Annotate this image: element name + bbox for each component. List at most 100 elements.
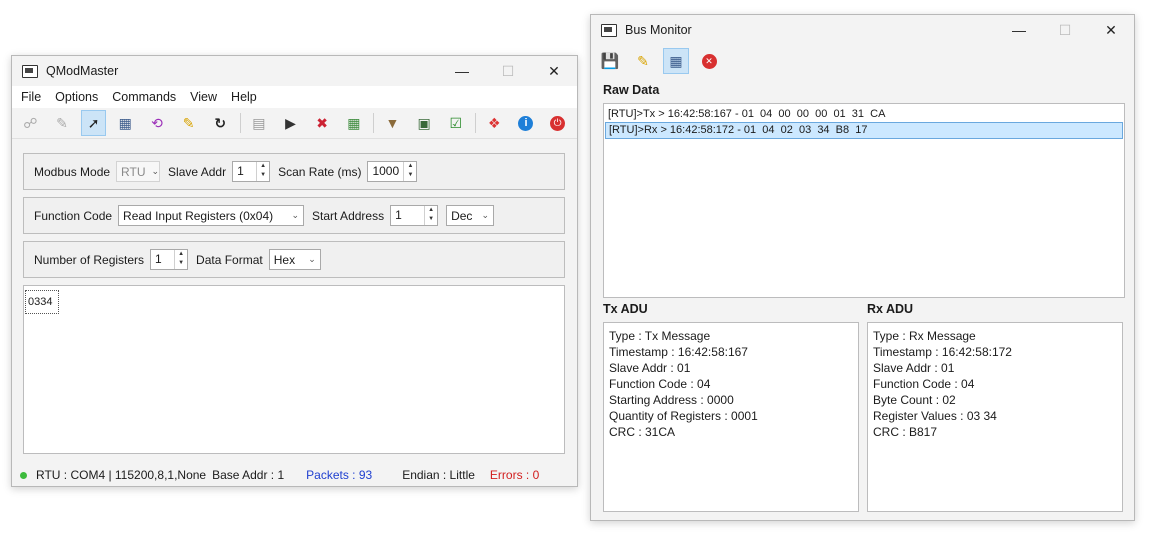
rx-function-code: Function Code : 04 xyxy=(873,377,975,391)
status-bar: RTU : COM4 | 115200,8,1,None Base Addr :… xyxy=(12,464,577,486)
slave-addr-spinbox[interactable]: 1 ▲ ▼ xyxy=(232,161,271,182)
menu-bar: File Options Commands View Help xyxy=(12,86,577,108)
scan-rate-label: Scan Rate (ms) xyxy=(278,164,362,179)
tx-adu-panel: Type : Tx Message Timestamp : 16:42:58:1… xyxy=(603,322,859,512)
tx-function-code: Function Code : 04 xyxy=(609,377,711,391)
status-led-icon xyxy=(20,471,27,479)
info-icon[interactable]: i xyxy=(514,110,539,136)
bus-monitor-titlebar[interactable]: Bus Monitor — ☐ ✕ xyxy=(591,15,1134,45)
menu-commands[interactable]: Commands xyxy=(105,86,183,108)
bus-monitor-toolbar: 💾 ✎ ▦ ✕ xyxy=(591,45,1134,77)
data-format-label: Data Format xyxy=(196,252,263,267)
clear-icon[interactable]: ✎ xyxy=(176,110,201,136)
base-addr-status: Base Addr : 1 xyxy=(212,468,285,482)
tx-type: Type : Tx Message xyxy=(609,329,711,343)
menu-help[interactable]: Help xyxy=(224,86,264,108)
data-format-value: Hex xyxy=(273,252,296,267)
exit-icon[interactable]: ⏻ xyxy=(545,110,570,136)
scan-rate-value: 1000 xyxy=(372,164,400,178)
toolbar-separator xyxy=(373,113,375,133)
maximize-button[interactable]: ☐ xyxy=(485,56,531,86)
connect-icon[interactable]: ➚ xyxy=(81,110,106,136)
main-toolbar: ☍ ✎ ➚ ▦ ⟲ ✎ ↻ ▤ ▶ ✖ ▦ ▼ ▣ ☑ ❖ i ⏻ xyxy=(12,108,577,139)
address-format-select[interactable]: Dec ⌄ xyxy=(446,205,495,226)
num-registers-label: Number of Registers xyxy=(34,252,145,267)
help-ring-icon[interactable]: ❖ xyxy=(482,110,507,136)
refresh-icon[interactable]: ↻ xyxy=(208,110,233,136)
menu-view[interactable]: View xyxy=(183,86,224,108)
tools-icon[interactable]: ✖ xyxy=(310,110,335,136)
errors-status: Errors : 0 xyxy=(489,468,540,482)
capture-icon[interactable]: ▦ xyxy=(663,48,689,74)
export-icon[interactable]: ✎ xyxy=(50,110,75,136)
function-code-select[interactable]: Read Input Registers (0x04) ⌄ xyxy=(118,205,305,226)
raw-data-row-tx[interactable]: [RTU]>Tx > 16:42:58:167 - 01 04 00 00 00… xyxy=(605,107,1123,122)
spin-arrows-icon[interactable]: ▲ ▼ xyxy=(256,162,269,181)
register-settings-group: Number of Registers 1 ▲ ▼ Data Format Hex… xyxy=(23,241,565,278)
toolbar-separator xyxy=(475,113,476,133)
bus-monitor-icon[interactable]: ▦ xyxy=(113,110,138,136)
close-button[interactable]: ✕ xyxy=(1088,15,1134,45)
chevron-down-icon: ⌄ xyxy=(291,210,300,220)
chevron-down-icon: ⌄ xyxy=(308,254,316,264)
start-address-value: 1 xyxy=(395,208,402,222)
network-icon[interactable]: ▣ xyxy=(412,110,437,136)
minimize-button[interactable]: — xyxy=(439,56,485,86)
register-values-view[interactable]: 0334 xyxy=(23,285,565,454)
spin-arrows-icon[interactable]: ▲ ▼ xyxy=(174,250,187,269)
close-button[interactable]: ✕ xyxy=(531,56,577,86)
toolbar-separator xyxy=(239,113,241,133)
register-cell[interactable]: 0334 xyxy=(25,290,59,314)
rx-register-values: Register Values : 03 34 xyxy=(873,409,997,423)
spin-arrows-icon[interactable]: ▲ ▼ xyxy=(403,162,416,181)
table-icon[interactable]: ▦ xyxy=(342,110,367,136)
loop-icon[interactable]: ⟲ xyxy=(145,110,170,136)
raw-data-list[interactable]: [RTU]>Tx > 16:42:58:167 - 01 04 00 00 00… xyxy=(603,103,1125,298)
raw-data-row-rx[interactable]: [RTU]>Rx > 16:42:58:172 - 01 04 02 03 34… xyxy=(605,122,1123,139)
rx-crc: CRC : B817 xyxy=(873,425,938,439)
start-address-spinbox[interactable]: 1 ▲ ▼ xyxy=(390,205,439,226)
minimize-button[interactable]: — xyxy=(996,15,1042,45)
tx-adu-heading: Tx ADU xyxy=(603,302,648,316)
chevron-down-icon: ⌄ xyxy=(151,166,160,176)
tx-starting-address: Starting Address : 0000 xyxy=(609,393,734,407)
menu-options[interactable]: Options xyxy=(48,86,105,108)
num-registers-spinbox[interactable]: 1 ▲ ▼ xyxy=(150,249,189,270)
tx-quantity-registers: Quantity of Registers : 0001 xyxy=(609,409,758,423)
filter-icon[interactable]: ▼ xyxy=(380,110,405,136)
scan-rate-spinbox[interactable]: 1000 ▲ ▼ xyxy=(367,161,418,182)
save-icon[interactable]: 💾 xyxy=(597,48,623,74)
menu-file[interactable]: File xyxy=(14,86,48,108)
tx-slave-addr: Slave Addr : 01 xyxy=(609,361,691,375)
scan-icon[interactable]: ▶ xyxy=(278,110,303,136)
rx-slave-addr: Slave Addr : 01 xyxy=(873,361,955,375)
tx-crc: CRC : 31CA xyxy=(609,425,676,439)
num-registers-value: 1 xyxy=(155,252,162,266)
rx-type: Type : Rx Message xyxy=(873,329,976,343)
endian-status: Endian : Little xyxy=(402,468,475,482)
rx-adu-heading: Rx ADU xyxy=(867,302,914,316)
modbus-mode-label: Modbus Mode xyxy=(34,164,111,179)
address-format-value: Dec xyxy=(451,208,473,223)
log-icon[interactable]: ▤ xyxy=(247,110,272,136)
clear-icon[interactable]: ✎ xyxy=(630,48,656,74)
tx-timestamp: Timestamp : 16:42:58:167 xyxy=(609,345,748,359)
function-code-label: Function Code xyxy=(34,208,113,223)
data-format-select[interactable]: Hex ⌄ xyxy=(268,249,321,270)
start-address-label: Start Address xyxy=(312,208,385,223)
slave-addr-value: 1 xyxy=(237,164,244,178)
maximize-button[interactable]: ☐ xyxy=(1042,15,1088,45)
spin-arrows-icon[interactable]: ▲ ▼ xyxy=(424,206,437,225)
stop-icon[interactable]: ✕ xyxy=(696,48,722,74)
check-icon[interactable]: ☑ xyxy=(443,110,468,136)
open-icon[interactable]: ☍ xyxy=(18,110,43,136)
chevron-down-icon: ⌄ xyxy=(481,210,490,220)
window-title: QModMaster xyxy=(46,64,119,78)
raw-data-heading: Raw Data xyxy=(603,83,660,97)
connection-status: RTU : COM4 | 115200,8,1,None xyxy=(36,468,207,482)
modbus-mode-value: RTU xyxy=(121,164,146,179)
qmodmaster-titlebar[interactable]: QModMaster — ☐ ✕ xyxy=(12,56,577,86)
function-settings-group: Function Code Read Input Registers (0x04… xyxy=(23,197,565,234)
window-title: Bus Monitor xyxy=(625,23,692,37)
modbus-mode-select[interactable]: RTU ⌄ xyxy=(116,161,161,182)
